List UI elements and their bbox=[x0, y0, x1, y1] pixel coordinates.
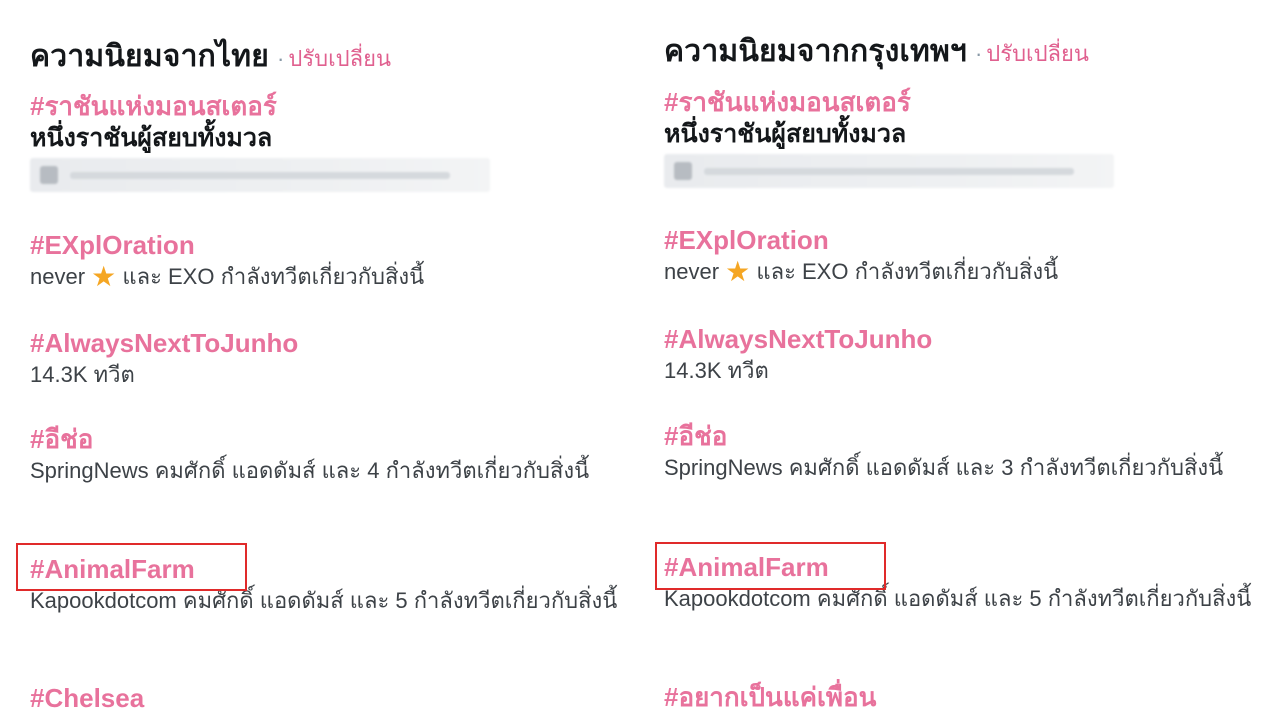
blurred-promoted-by bbox=[30, 158, 490, 192]
panel-header: ความนิยมจากกรุงเทพฯ · ปรับเปลี่ยน bbox=[664, 28, 1089, 75]
blurred-promoted-by bbox=[664, 154, 1114, 188]
trend-item[interactable]: #Chelsea bbox=[30, 682, 630, 714]
trend-name[interactable]: #อีช่อ bbox=[664, 420, 1224, 452]
tweet-info: และ EXO กำลังทวีตเกี่ยวกับสิ่งนี้ bbox=[122, 264, 425, 289]
trend-item[interactable]: #AlwaysNextToJunho 14.3K ทวีต bbox=[30, 327, 630, 391]
trend-name[interactable]: #อยากเป็นแค่เพื่อน bbox=[664, 681, 1264, 713]
trend-name[interactable]: #AlwaysNextToJunho bbox=[664, 323, 1264, 355]
trend-item-highlighted[interactable]: #AnimalFarm Kapookdotcom คมศักดิ์ แอดดัม… bbox=[664, 551, 1254, 615]
trend-name[interactable]: #ราชันแห่งมอนสเตอร์ bbox=[30, 90, 630, 122]
tweeter-name[interactable]: never bbox=[664, 259, 719, 284]
trend-description: SpringNews คมศักดิ์ แอดดัมส์ และ 3 กำลัง… bbox=[664, 455, 1224, 480]
trend-item-highlighted[interactable]: #AnimalFarm Kapookdotcom คมศักดิ์ แอดดัม… bbox=[30, 553, 620, 617]
trend-description: Kapookdotcom คมศักดิ์ แอดดัมส์ และ 5 กำล… bbox=[30, 588, 618, 613]
promoted-icon bbox=[40, 166, 58, 184]
trend-item-promoted[interactable]: #ราชันแห่งมอนสเตอร์ หนึ่งราชันผู้สยบทั้ง… bbox=[30, 90, 630, 192]
trend-item-promoted[interactable]: #ราชันแห่งมอนสเตอร์ หนึ่งราชันผู้สยบทั้ง… bbox=[664, 86, 1264, 188]
trend-description: Kapookdotcom คมศักดิ์ แอดดัมส์ และ 5 กำล… bbox=[664, 586, 1252, 611]
trend-name[interactable]: #AnimalFarm bbox=[664, 551, 1254, 583]
star-icon: ★ bbox=[725, 256, 751, 287]
trend-name[interactable]: #อีช่อ bbox=[30, 423, 610, 455]
trend-item[interactable]: #อีช่อ SpringNews คมศักดิ์ แอดดัมส์ และ … bbox=[30, 423, 610, 487]
trends-panel-thailand: ความนิยมจากไทย · ปรับเปลี่ยน #ราชันแห่งม… bbox=[30, 0, 630, 720]
trend-name[interactable]: #ราชันแห่งมอนสเตอร์ bbox=[664, 86, 1264, 118]
trend-description: never ★ และ EXO กำลังทวีตเกี่ยวกับสิ่งนี… bbox=[30, 261, 630, 293]
trend-description: หนึ่งราชันผู้สยบทั้งมวล bbox=[664, 120, 907, 148]
trend-item[interactable]: #อีช่อ SpringNews คมศักดิ์ แอดดัมส์ และ … bbox=[664, 420, 1224, 484]
tweeter-name[interactable]: never bbox=[30, 264, 85, 289]
star-icon: ★ bbox=[91, 261, 117, 292]
trend-description: never ★ และ EXO กำลังทวีตเกี่ยวกับสิ่งนี… bbox=[664, 256, 1264, 288]
trend-name[interactable]: #EXplOration bbox=[664, 224, 1264, 256]
tweet-count: 14.3K ทวีต bbox=[664, 358, 769, 383]
trend-item[interactable]: #อยากเป็นแค่เพื่อน bbox=[664, 681, 1264, 713]
trend-item[interactable]: #AlwaysNextToJunho 14.3K ทวีต bbox=[664, 323, 1264, 387]
trend-name[interactable]: #Chelsea bbox=[30, 682, 630, 714]
trends-comparison: ความนิยมจากไทย · ปรับเปลี่ยน #ราชันแห่งม… bbox=[0, 0, 1280, 720]
trend-name[interactable]: #AlwaysNextToJunho bbox=[30, 327, 630, 359]
promoted-icon bbox=[674, 162, 692, 180]
change-location-link[interactable]: ปรับเปลี่ยน bbox=[986, 36, 1089, 71]
trend-name[interactable]: #EXplOration bbox=[30, 229, 630, 261]
trend-item[interactable]: #EXplOration never ★ และ EXO กำลังทวีตเก… bbox=[30, 229, 630, 293]
change-location-link[interactable]: ปรับเปลี่ยน bbox=[288, 41, 391, 76]
trend-description: SpringNews คมศักดิ์ แอดดัมส์ และ 4 กำลัง… bbox=[30, 458, 590, 483]
separator: · bbox=[277, 46, 285, 71]
tweet-count: 14.3K ทวีต bbox=[30, 362, 135, 387]
tweet-info: และ EXO กำลังทวีตเกี่ยวกับสิ่งนี้ bbox=[756, 259, 1059, 284]
trend-item[interactable]: #EXplOration never ★ และ EXO กำลังทวีตเก… bbox=[664, 224, 1264, 288]
panel-title: ความนิยมจากไทย bbox=[30, 40, 270, 73]
panel-header: ความนิยมจากไทย · ปรับเปลี่ยน bbox=[30, 33, 391, 80]
separator: · bbox=[974, 41, 983, 66]
trend-name[interactable]: #AnimalFarm bbox=[30, 553, 620, 585]
trends-panel-bangkok: ความนิยมจากกรุงเทพฯ · ปรับเปลี่ยน #ราชัน… bbox=[664, 0, 1264, 720]
trend-description: หนึ่งราชันผู้สยบทั้งมวล bbox=[30, 124, 273, 152]
panel-title: ความนิยมจากกรุงเทพฯ bbox=[664, 35, 967, 68]
